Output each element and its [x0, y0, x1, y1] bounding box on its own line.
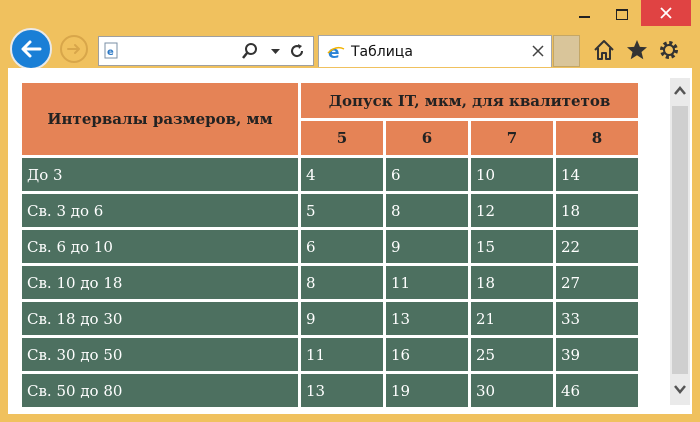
tolerance-cell: 30	[471, 374, 553, 407]
header-range: Интервалы размеров, мм	[22, 83, 298, 155]
browser-window: e e Таблица Интервалы размеров, мм Допус…	[0, 0, 700, 422]
chevron-down-icon[interactable]	[271, 49, 280, 55]
tolerance-cell: 9	[386, 230, 468, 263]
tolerance-cell: 22	[556, 230, 638, 263]
page-icon: e	[104, 42, 118, 59]
table-row: Св. 18 до 30 9 13 21 33	[22, 302, 638, 335]
tolerance-cell: 18	[471, 266, 553, 299]
svg-text:e: e	[107, 47, 114, 58]
vertical-scrollbar[interactable]	[670, 78, 690, 405]
tolerance-cell: 6	[386, 158, 468, 191]
new-tab-button[interactable]	[553, 35, 580, 67]
tolerance-cell: 11	[301, 338, 383, 371]
range-cell: Св. 30 до 50	[22, 338, 298, 371]
search-icon[interactable]	[242, 43, 258, 59]
tolerance-cell: 21	[471, 302, 553, 335]
tolerance-cell: 12	[471, 194, 553, 227]
close-icon	[660, 7, 672, 19]
arrow-right-icon	[67, 44, 80, 54]
back-button[interactable]	[10, 28, 52, 70]
maximize-icon	[616, 8, 628, 20]
forward-button[interactable]	[60, 35, 88, 63]
scroll-up-button[interactable]	[670, 82, 690, 100]
tolerance-cell: 39	[556, 338, 638, 371]
tolerance-cell: 8	[386, 194, 468, 227]
range-cell: Св. 50 до 80	[22, 374, 298, 407]
tolerance-cell: 4	[301, 158, 383, 191]
table-row: До 3 4 6 10 14	[22, 158, 638, 191]
tolerance-cell: 15	[471, 230, 553, 263]
tolerance-cell: 11	[386, 266, 468, 299]
tolerance-cell: 46	[556, 374, 638, 407]
tolerance-cell: 6	[301, 230, 383, 263]
tolerance-cell: 14	[556, 158, 638, 191]
tolerance-cell: 16	[386, 338, 468, 371]
browser-tab[interactable]: e Таблица	[318, 35, 552, 67]
range-cell: Св. 10 до 18	[22, 266, 298, 299]
range-cell: До 3	[22, 158, 298, 191]
scroll-down-button[interactable]	[670, 380, 690, 398]
tab-title: Таблица	[351, 44, 413, 60]
close-window-button[interactable]	[641, 0, 691, 26]
table-row: Св. 10 до 18 8 11 18 27	[22, 266, 638, 299]
tolerance-cell: 5	[301, 194, 383, 227]
maximize-button[interactable]	[603, 0, 641, 28]
tolerance-cell: 13	[301, 374, 383, 407]
arrow-left-icon	[21, 40, 42, 58]
header-grade: 7	[471, 121, 553, 155]
address-bar: e	[98, 36, 314, 66]
tolerance-table: Интервалы размеров, мм Допуск IT, мкм, д…	[19, 80, 641, 410]
table-row: Св. 6 до 10 6 9 15 22	[22, 230, 638, 263]
gear-icon[interactable]	[657, 38, 681, 62]
header-tolerance: Допуск IT, мкм, для квалитетов	[301, 83, 638, 118]
header-grade: 5	[301, 121, 383, 155]
range-cell: Св. 6 до 10	[22, 230, 298, 263]
address-input[interactable]	[123, 41, 237, 63]
scroll-thumb[interactable]	[672, 106, 688, 374]
table-row: Св. 3 до 6 5 8 12 18	[22, 194, 638, 227]
minimize-button[interactable]	[565, 0, 603, 28]
tolerance-cell: 25	[471, 338, 553, 371]
range-cell: Св. 3 до 6	[22, 194, 298, 227]
header-grade: 8	[556, 121, 638, 155]
ie-icon: e	[327, 43, 345, 61]
tolerance-cell: 8	[301, 266, 383, 299]
minimize-icon	[578, 16, 590, 18]
close-tab-icon[interactable]	[532, 45, 544, 57]
refresh-icon[interactable]	[289, 43, 305, 59]
header-grade: 6	[386, 121, 468, 155]
tolerance-cell: 19	[386, 374, 468, 407]
table-row: Св. 30 до 50 11 16 25 39	[22, 338, 638, 371]
favorites-star-icon[interactable]	[625, 38, 649, 62]
tolerance-cell: 13	[386, 302, 468, 335]
chevron-up-icon	[674, 86, 686, 95]
range-cell: Св. 18 до 30	[22, 302, 298, 335]
table-row: Св. 50 до 80 13 19 30 46	[22, 374, 638, 407]
chevron-down-icon	[674, 385, 686, 394]
tolerance-cell: 9	[301, 302, 383, 335]
home-icon[interactable]	[592, 38, 616, 62]
tolerance-cell: 27	[556, 266, 638, 299]
tolerance-cell: 10	[471, 158, 553, 191]
tolerance-cell: 18	[556, 194, 638, 227]
tolerance-cell: 33	[556, 302, 638, 335]
